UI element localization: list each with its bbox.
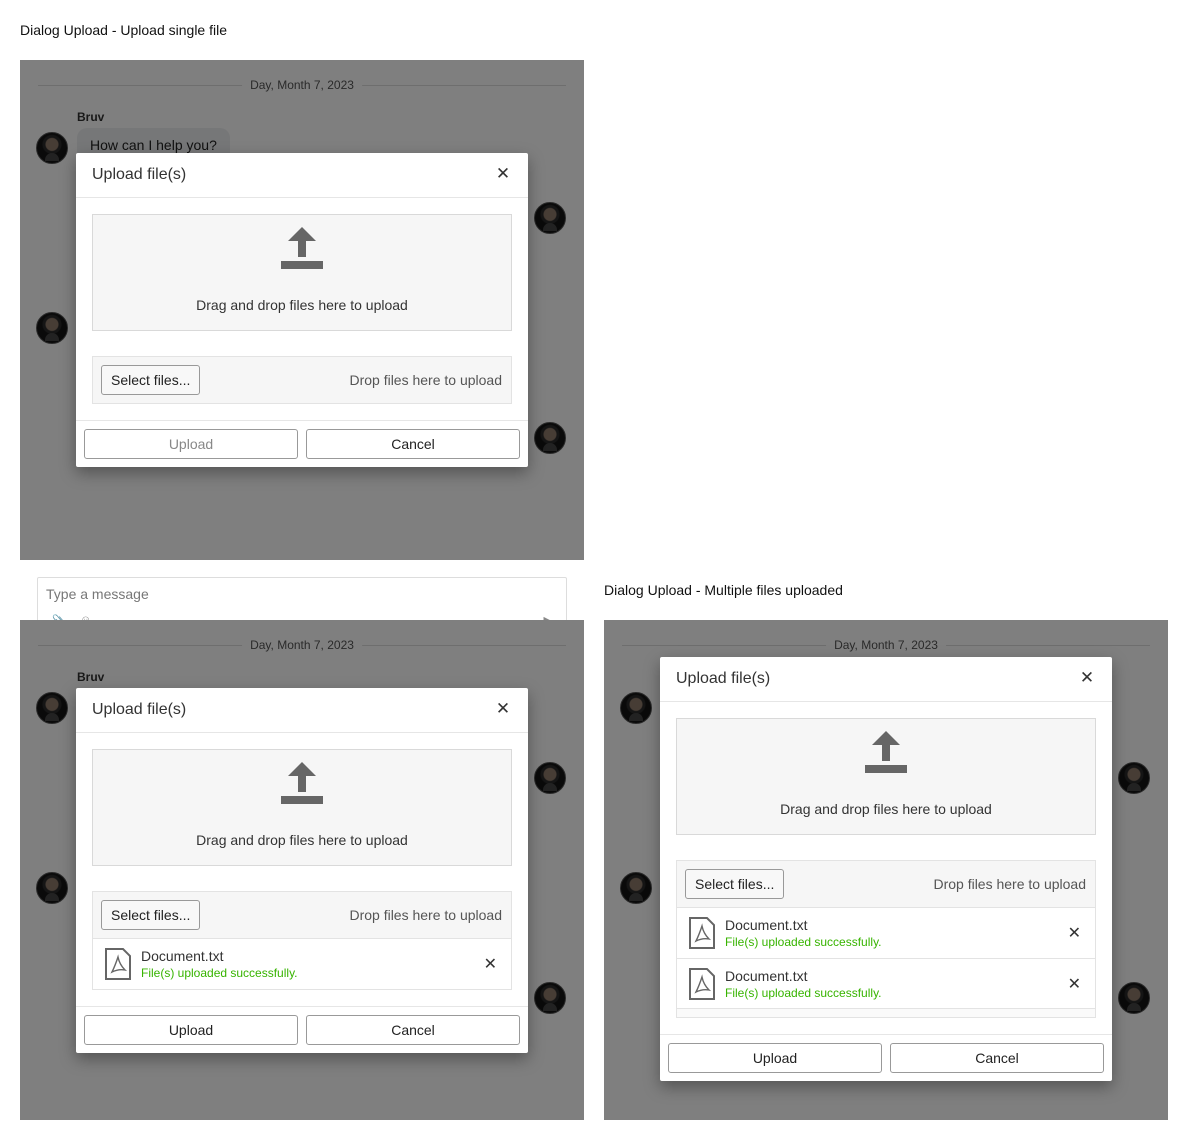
select-files-button[interactable]: Select files... [101,900,201,930]
drop-hint: Drop files here to upload [349,372,502,388]
dialog-body: Drag and drop files here to upload Selec… [76,733,528,1007]
dialog-title: Upload file(s) [92,701,187,718]
select-row: Select files... Drop files here to uploa… [93,357,511,403]
dialog-actions: Upload Cancel [76,1007,528,1053]
dialog-title: Upload file(s) [92,166,187,183]
upload-arrow-icon [865,731,907,773]
dropzone[interactable]: Drag and drop files here to upload [676,718,1096,835]
chat-panel: Day, Month 7, 2023 Upload file(s) ✕ Drag… [604,620,1168,1120]
file-item: Document.txt File(s) uploaded successful… [677,907,1095,958]
dialog-actions: Upload Cancel [660,1035,1112,1081]
upload-area: Select files... Drop files here to uploa… [676,860,1096,1018]
dialog-body: Drag and drop files here to upload Selec… [76,198,528,421]
file-status: File(s) uploaded successfully. [725,986,882,1000]
close-icon[interactable]: ✕ [1078,669,1096,687]
dropzone-text: Drag and drop files here to upload [196,832,408,848]
dialog-body: Drag and drop files here to upload Selec… [660,702,1112,1035]
upload-button[interactable]: Upload [84,1015,298,1045]
upload-arrow-icon [281,762,323,804]
file-status: File(s) uploaded successfully. [725,935,882,949]
file-status: File(s) uploaded successfully. [141,966,298,980]
file-item: Document.txt File(s) uploaded successful… [677,958,1095,1009]
upload-area: Select files... Drop files here to uploa… [92,891,512,990]
upload-area: Select files... Drop files here to uploa… [92,356,512,404]
dropzone-text: Drag and drop files here to upload [196,297,408,313]
upload-button[interactable]: Upload [84,429,298,459]
close-icon[interactable]: ✕ [494,700,512,718]
select-row: Select files... Drop files here to uploa… [93,892,511,938]
select-files-button[interactable]: Select files... [101,365,201,395]
file-name: Document.txt [141,948,224,964]
upload-dialog: Upload file(s) ✕ Drag and drop files her… [76,153,528,467]
file-item: Document.txt File(s) uploaded successful… [93,938,511,989]
dropzone[interactable]: Drag and drop files here to upload [92,214,512,331]
dialog-header: Upload file(s) ✕ [76,153,528,198]
drop-hint: Drop files here to upload [933,876,1086,892]
section-title: Dialog Upload - Multiple files uploaded [604,582,843,598]
select-files-button[interactable]: Select files... [685,869,785,899]
close-icon[interactable]: ✕ [494,165,512,183]
chat-panel: Day, Month 7, 2023 Bruv Upload file(s) ✕… [20,620,584,1120]
select-row: Select files... Drop files here to uploa… [677,861,1095,907]
dropzone-text: Drag and drop files here to upload [780,801,992,817]
remove-x-icon[interactable]: ✕ [484,954,497,974]
file-name: Document.txt [725,968,808,984]
dialog-header: Upload file(s) ✕ [660,657,1112,702]
dialog-title: Upload file(s) [676,670,771,687]
pdf-file-icon [689,968,715,1000]
cancel-button[interactable]: Cancel [890,1043,1104,1073]
file-name: Document.txt [725,917,808,933]
cancel-button[interactable]: Cancel [306,1015,520,1045]
pdf-file-icon [689,917,715,949]
upload-dialog: Upload file(s) ✕ Drag and drop files her… [76,688,528,1053]
dialog-header: Upload file(s) ✕ [76,688,528,733]
composer-placeholder: Type a message [46,586,149,602]
dialog-actions: Upload Cancel [76,421,528,467]
section-title: Dialog Upload - Upload single file [20,22,228,38]
remove-x-icon[interactable]: ✕ [1068,923,1081,943]
chat-panel: Day, Month 7, 2023 Bruv How can I help y… [20,60,584,637]
dropzone[interactable]: Drag and drop files here to upload [92,749,512,866]
pdf-file-icon [105,948,131,980]
cancel-button[interactable]: Cancel [306,429,520,459]
upload-arrow-icon [281,227,323,269]
remove-x-icon[interactable]: ✕ [1068,974,1081,994]
drop-hint: Drop files here to upload [349,907,502,923]
upload-dialog: Upload file(s) ✕ Drag and drop files her… [660,657,1112,1081]
upload-button[interactable]: Upload [668,1043,882,1073]
